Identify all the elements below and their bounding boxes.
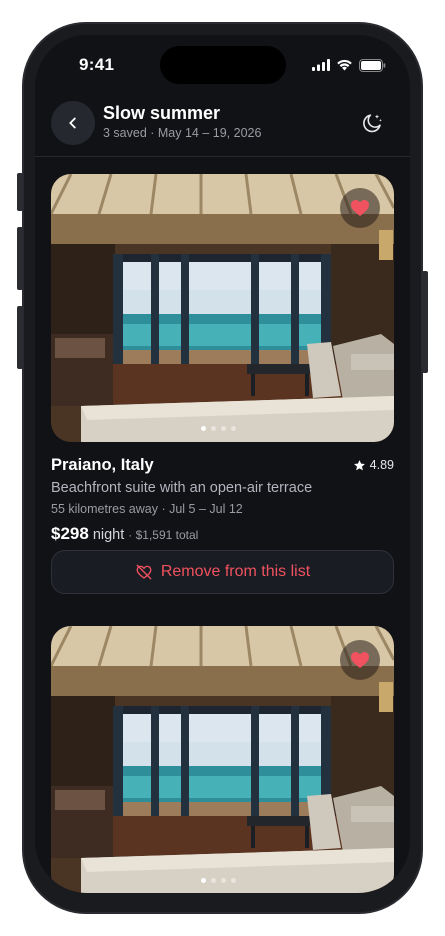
pagination-dot[interactable]	[221, 426, 226, 431]
price-unit: night	[92, 527, 125, 543]
listing-description: Beachfront suite with an open-air terrac…	[51, 480, 313, 496]
listing-meta: 55 kilometres away · Jul 5 – Jul 12	[51, 502, 243, 516]
remove-label: Remove from this list	[160, 563, 311, 580]
status-icons	[312, 57, 386, 73]
heart-icon	[351, 652, 369, 668]
listing-card[interactable]: Praiano, Italy 4.89 Beachfront suite wit…	[51, 174, 394, 594]
rating-value: 4.89	[369, 458, 394, 472]
moon-icon	[363, 114, 382, 133]
theme-toggle-button[interactable]	[360, 111, 384, 135]
favorite-button[interactable]	[340, 188, 380, 228]
star-icon	[353, 459, 365, 470]
battery-icon	[359, 58, 386, 72]
pagination-dot[interactable]	[211, 426, 216, 431]
pagination-dot[interactable]	[201, 426, 206, 431]
listing-title-row: Praiano, Italy 4.89	[51, 456, 394, 478]
listing-photo[interactable]	[51, 626, 394, 893]
listing-location: Praiano, Italy	[51, 456, 154, 474]
status-time: 9:41	[79, 55, 115, 74]
price-value: $298	[51, 524, 89, 543]
screen: 9:41 Slow summer 3 saved · May 14 – 19, …	[35, 35, 410, 893]
header: Slow summer 3 saved · May 14 – 19, 2026	[35, 99, 410, 157]
favorite-button[interactable]	[340, 640, 380, 680]
page-title: Slow summer	[103, 103, 221, 123]
listing-card[interactable]	[51, 626, 394, 893]
wifi-icon	[337, 59, 352, 71]
listing-photo[interactable]	[51, 174, 394, 442]
heart-off-icon	[136, 564, 152, 580]
page-subtitle: 3 saved · May 14 – 19, 2026	[103, 126, 262, 140]
pagination-dot[interactable]	[221, 878, 226, 883]
listing-rating: 4.89	[353, 458, 394, 472]
pagination-dot[interactable]	[231, 426, 236, 431]
price-total: · $1,591 total	[128, 528, 199, 542]
remove-from-list-button[interactable]: Remove from this list	[51, 550, 394, 594]
listing-price: $298 night · $1,591 total	[51, 524, 198, 544]
back-chevron-icon	[69, 117, 76, 129]
pagination-dot[interactable]	[211, 878, 216, 883]
pagination-dot[interactable]	[231, 878, 236, 883]
pagination-dot[interactable]	[201, 878, 206, 883]
heart-icon	[351, 200, 369, 216]
photo-pagination	[201, 426, 236, 431]
dynamic-island	[160, 46, 286, 84]
back-button[interactable]	[51, 101, 95, 145]
signal-icon	[312, 59, 330, 71]
photo-pagination	[201, 878, 236, 883]
